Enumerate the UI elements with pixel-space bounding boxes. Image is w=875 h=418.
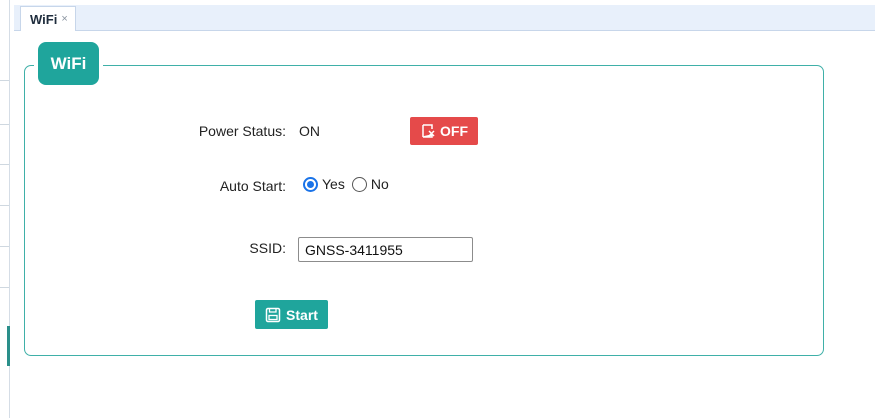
off-button[interactable]: OFF (410, 117, 478, 145)
tab-label: WiFi (30, 11, 58, 27)
wifi-page: WiFi × WiFi Power Status: ON OFF Auto St… (0, 0, 875, 418)
off-button-label: OFF (440, 123, 468, 139)
wifi-panel (24, 65, 824, 356)
sidebar-divider (0, 205, 9, 206)
ssid-label: SSID: (249, 240, 286, 256)
save-icon (265, 307, 281, 323)
auto-start-yes-radio[interactable] (303, 176, 318, 192)
sidebar-divider (0, 246, 9, 247)
sidebar-active-indicator (7, 326, 10, 366)
power-off-icon (420, 123, 437, 139)
sidebar-divider (0, 124, 9, 125)
tab-wifi[interactable]: WiFi × (20, 6, 76, 31)
tab-bar: WiFi × (14, 5, 875, 31)
auto-start-yes-label[interactable]: Yes (322, 176, 345, 192)
sidebar-divider (0, 287, 9, 288)
tab-close-icon[interactable]: × (61, 13, 67, 25)
auto-start-label: Auto Start: (219, 178, 286, 194)
panel-legend: WiFi (38, 42, 99, 85)
auto-start-radio-group: Yes No (303, 176, 396, 192)
auto-start-no-radio[interactable] (351, 176, 367, 192)
start-button-label: Start (286, 306, 318, 323)
left-sidebar-strip (0, 0, 10, 418)
sidebar-divider (0, 80, 9, 81)
sidebar-divider (0, 164, 9, 165)
power-status-label: Power Status: (198, 123, 286, 139)
auto-start-no-label[interactable]: No (371, 176, 389, 192)
start-button[interactable]: Start (255, 300, 328, 329)
power-status-value: ON (299, 123, 320, 139)
ssid-input[interactable] (298, 237, 473, 262)
